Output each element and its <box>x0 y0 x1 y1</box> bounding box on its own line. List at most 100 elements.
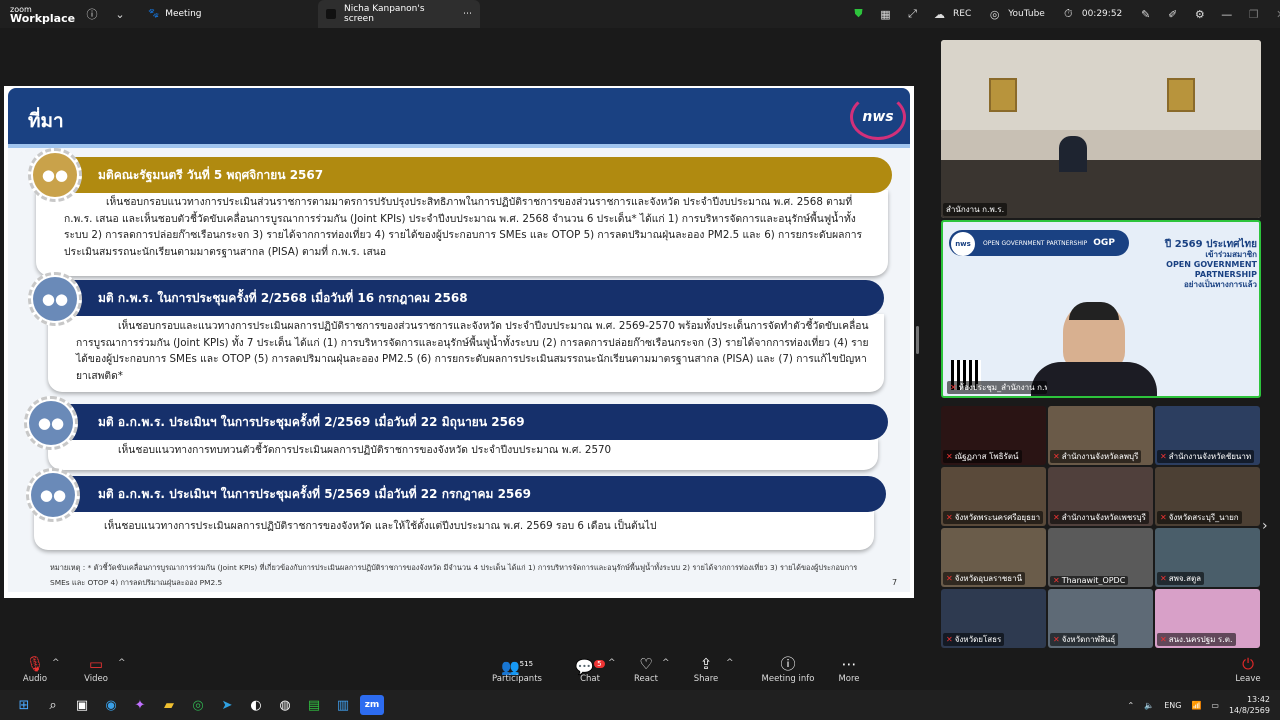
start-icon[interactable]: ⊞ <box>12 695 36 715</box>
video-tile[interactable]: ✕ จังหวัดอุบลราชธานี <box>941 528 1046 587</box>
opdc-small-logo: nws <box>951 232 975 256</box>
task-view-icon[interactable]: ▣ <box>70 695 94 715</box>
splitter-handle[interactable] <box>916 326 919 354</box>
ogp-line2: เข้าร่วมสมาชิก <box>1205 250 1257 259</box>
chrome-icon[interactable]: ◎ <box>186 695 210 715</box>
zoom-taskbar-icon[interactable]: zm <box>360 695 384 715</box>
mic-muted-icon: ✕ <box>946 635 953 644</box>
cloud-rec-icon[interactable]: ☁ <box>926 8 953 21</box>
file-explorer-icon[interactable]: ▰ <box>157 695 181 715</box>
video-tile[interactable]: ✕ จังหวัดกาฬสินธุ์ <box>1048 589 1153 648</box>
more-button[interactable]: ⋯ More <box>814 654 884 684</box>
meeting-timer: 00:29:52 <box>1081 9 1123 19</box>
video-tile[interactable]: ✕ สำนักงานจังหวัดชัยนาท <box>1155 406 1260 465</box>
share-label: Share <box>693 674 719 684</box>
video-tile[interactable]: ✕ สำนักงานจังหวัดลพบุรี <box>1048 406 1153 465</box>
more-label: More <box>838 674 860 684</box>
participants-button[interactable]: 👥515 Participants <box>482 654 552 684</box>
participant-name-tag: ✕ จังหวัดสระบุรี_นายก <box>1157 511 1242 524</box>
fullscreen-icon[interactable]: ⤢ <box>899 7 926 21</box>
line-icon[interactable]: ▤ <box>302 695 326 715</box>
notepad-icon[interactable]: ▥ <box>331 695 355 715</box>
video-tile[interactable]: ✕ ณัฐฏภาส โพธิรัตน์ <box>941 406 1046 465</box>
video-options-caret[interactable]: ^ <box>118 658 126 668</box>
video-tile-opdc[interactable]: สำนักงาน ก.พ.ร. <box>941 40 1261 218</box>
view-icon[interactable]: ▦ <box>872 8 899 21</box>
video-label: Video <box>84 674 108 684</box>
participant-name-tag: ✕ ณัฐฏภาส โพธิรัตน์ <box>943 450 1022 463</box>
shared-screen-slide: ที่มา nws เห็นชอบกรอบแนวทางการประเมินส่ว… <box>4 86 914 598</box>
maximize-icon[interactable]: ❐ <box>1240 8 1267 21</box>
annotate-icon[interactable]: ✎ <box>1132 8 1159 21</box>
section-3-body: เห็นชอบแนวทางการทบทวนตัวชี้วัดการประเมิน… <box>48 438 878 470</box>
video-tile[interactable]: ✕ จังหวัดยโสธร <box>941 589 1046 648</box>
audio-options-caret[interactable]: ^ <box>52 658 60 668</box>
brand-line2: Workplace <box>10 12 76 25</box>
participant-name: ห้องประชุม_สำนักงาน ก.พ.ร. <box>958 383 1047 392</box>
screen-icon <box>326 9 336 19</box>
system-tray: ⌃ 🔈 ENG 📶 ▭ 13:42 14/8/2569 <box>1128 690 1270 720</box>
youtube-label[interactable]: YouTube <box>1008 9 1045 19</box>
participant-name: สำนักงานจังหวัดชัยนาท <box>1168 452 1252 461</box>
github-icon[interactable]: ◐ <box>244 695 268 715</box>
video-tile-speaker[interactable]: OPEN GOVERNMENT PARTNERSHIP OGP nws ปี 2… <box>941 220 1261 398</box>
people-icon: 👥515 <box>500 658 534 676</box>
section-2-text: เห็นชอบกรอบและแนวทางการประเมินผลการปฏิบั… <box>76 320 869 382</box>
meeting-info-label: Meeting info <box>761 674 815 684</box>
wifi-icon[interactable]: 📶 <box>1191 701 1201 710</box>
section-1-badge: ●● <box>28 148 82 202</box>
section-2-heading-bar: มติ ก.พ.ร. ในการประชุมครั้งที่ 2/2568 เม… <box>48 280 884 316</box>
video-tile[interactable]: ✕ สนง.นครปฐม ร.ต. <box>1155 589 1260 648</box>
settings-icon[interactable]: ⚙ <box>1186 8 1213 21</box>
input-language[interactable]: ENG <box>1164 701 1181 710</box>
meeting-info-button[interactable]: ⓘ Meeting info <box>753 654 823 684</box>
tab-shared-screen[interactable]: Nicha Kanpanon's screen ⋯ <box>318 0 480 28</box>
participant-name-tag: ✕ จังหวัดยโสธร <box>943 633 1005 646</box>
mic-muted-icon: ✕ <box>946 574 953 583</box>
leave-button[interactable]: ⏻ Leave <box>1213 654 1280 684</box>
edge-icon[interactable]: ◉ <box>99 695 123 715</box>
section-3-heading-bar: มติ อ.ก.พ.ร. ประเมินฯ ในการประชุมครั้งที… <box>48 404 888 440</box>
clock[interactable]: 13:42 14/8/2569 <box>1229 694 1270 716</box>
section-1-heading-bar: มติคณะรัฐมนตรี วันที่ 5 พฤศจิกายน 2567 <box>48 157 892 193</box>
participant-name-tag: ✕ จังหวัดพระนครศรีอยุธยา <box>943 511 1043 524</box>
video-tile[interactable]: ✕ สพจ.สตูล <box>1155 528 1260 587</box>
opdc-logo: nws <box>850 94 906 140</box>
participant-name-tag: ✕ สำนักงานจังหวัดลพบุรี <box>1050 450 1142 463</box>
portrait-left <box>989 78 1017 112</box>
ogp-line1: ปี 2569 ประเทศไทย <box>1164 239 1257 250</box>
title-bar: zoom Workplace ⓘ ⌄ 🐾 Meeting Nicha Kanpa… <box>0 0 1280 28</box>
screen-tab-label: Nicha Kanpanon's screen <box>344 4 425 24</box>
participant-name: จังหวัดยโสธร <box>954 635 1002 644</box>
video-tile[interactable]: ✕ จังหวัดพระนครศรีอยุธยา <box>941 467 1046 526</box>
video-tile[interactable]: ✕ สำนักงานจังหวัดเพชรบุรี <box>1048 467 1153 526</box>
section-4-heading: มติ อ.ก.พ.ร. ประเมินฯ ในการประชุมครั้งที… <box>98 486 531 501</box>
edit-icon[interactable]: ✐ <box>1159 8 1186 21</box>
next-page-icon[interactable]: › <box>1262 518 1268 534</box>
participants-label: Participants <box>492 674 542 684</box>
telegram-icon[interactable]: ➤ <box>215 695 239 715</box>
section-1-heading: มติคณะรัฐมนตรี วันที่ 5 พฤศจิกายน 2567 <box>98 167 324 182</box>
video-tile[interactable]: ✕ Thanawit_OPDC <box>1048 528 1153 587</box>
rec-label[interactable]: REC <box>953 9 971 19</box>
speaker-icon[interactable]: 🔈 <box>1144 701 1154 710</box>
info-icon[interactable]: ⓘ <box>78 6 106 22</box>
section-4-heading-bar: มติ อ.ก.พ.ร. ประเมินฯ ในการประชุมครั้งที… <box>48 476 886 512</box>
tray-chevron-icon[interactable]: ⌃ <box>1128 701 1135 710</box>
steam-icon[interactable]: ◍ <box>273 695 297 715</box>
more-icon: ⋯ <box>841 655 857 673</box>
shield-icon[interactable]: ⛊ <box>845 7 872 21</box>
clock-time: 13:42 <box>1246 695 1270 704</box>
battery-icon[interactable]: ▭ <box>1211 701 1219 710</box>
close-icon[interactable]: ✕ <box>1267 8 1280 21</box>
share-options-caret[interactable]: ^ <box>726 658 734 668</box>
minimize-icon[interactable]: — <box>1213 8 1240 21</box>
chevron-down-icon[interactable]: ⌄ <box>106 8 134 21</box>
copilot-icon[interactable]: ✦ <box>128 695 152 715</box>
react-options-caret[interactable]: ^ <box>662 658 670 668</box>
search-icon[interactable]: ⌕ <box>41 695 65 715</box>
tab-meeting[interactable]: 🐾 Meeting <box>148 9 318 19</box>
video-tile[interactable]: ✕ จังหวัดสระบุรี_นายก <box>1155 467 1260 526</box>
more-options-icon[interactable]: ⋯ <box>463 9 472 19</box>
chat-badge: 5 <box>594 660 605 668</box>
